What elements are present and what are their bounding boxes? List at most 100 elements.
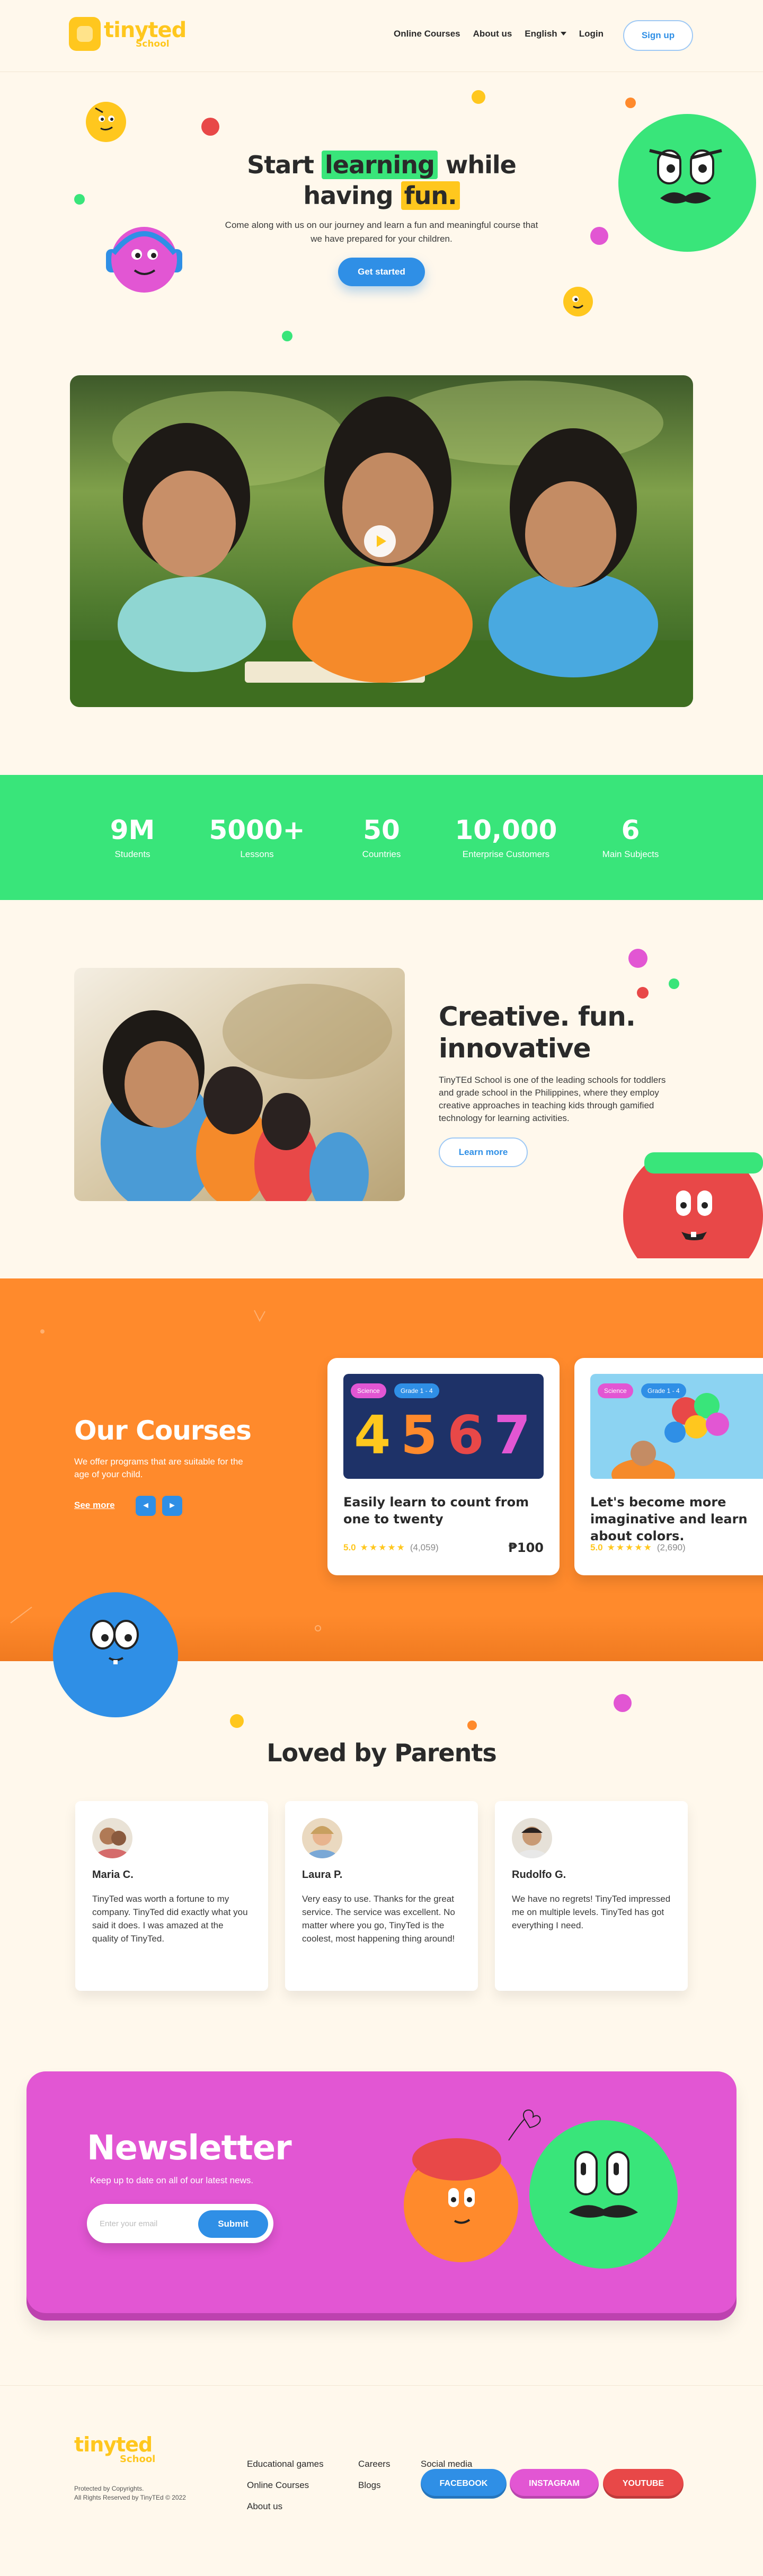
courses-text: We offer programs that are suitable for … [74,1457,243,1479]
yellow-monster-icon [86,102,126,142]
footer-link[interactable]: Online Courses [247,2475,324,2496]
stat-item: 10,000 Enterprise Customers [455,815,557,859]
decor-dot [230,1714,244,1728]
caret-down-icon [560,32,566,36]
course-image-numbers: 4 5 6 7 Science Grade 1 - 4 [343,1374,544,1479]
testimonial-text: TinyTed was worth a fortune to my compan… [92,1894,248,1944]
facebook-button[interactable]: FACEBOOK [421,2469,507,2499]
pink-headphone-monster-icon [106,227,182,293]
language-label: English [525,29,557,39]
footer-link[interactable]: Careers [358,2454,390,2475]
nav-link-online-courses[interactable]: Online Courses [394,29,460,39]
learn-more-button[interactable]: Learn more [439,1137,528,1167]
stat-item: 50 Countries [362,815,401,859]
hero-video[interactable] [70,375,693,707]
small-yellow-monster-icon [563,287,593,316]
testimonial-text: We have no regrets! TinyTed impressed me… [512,1894,671,1930]
testimonial-name: Laura P. [302,1869,343,1881]
svg-text:4: 4 [354,1404,391,1466]
course-image-balloons: Science Grade 1 - 4 [590,1374,763,1479]
about-title: Creative. fun. innovative [439,1001,636,1064]
decor-dot [590,227,608,245]
decor-dot [614,1694,632,1712]
course-rating: 5.0 ★★★★★ (2,690) [590,1542,686,1552]
green-mustache-monster-icon [618,114,756,252]
youtube-button[interactable]: YOUTUBE [603,2469,684,2499]
orange-beret-monster-icon [404,2138,518,2262]
language-selector[interactable]: English [525,29,566,39]
course-tag: Science [351,1383,386,1398]
hero-subtitle: Come along with us on our journey and le… [225,220,538,244]
decor-dot [625,98,636,108]
hero-highlight-learning: learning [321,151,438,179]
avatar [302,1818,342,1858]
about-photo [74,968,405,1201]
newsletter-section: Newsletter Keep up to date on all of our… [26,2071,737,2321]
decor-dot [669,978,679,989]
testimonial-card: Rudolfo G. We have no regrets! TinyTed i… [495,1801,688,1991]
avatar [92,1818,132,1858]
decor-dot [201,118,219,136]
signup-button[interactable]: Sign up [623,20,693,51]
hero-title: Start learning while having fun. [247,151,517,210]
footer-column: Careers Blogs [358,2454,390,2496]
get-started-button[interactable]: Get started [338,258,425,286]
course-tag: Grade 1 - 4 [394,1383,439,1398]
stat-item: 5000+ Lessons [209,815,305,859]
brand-logo[interactable]: tinyted School [69,17,187,51]
course-price: ₱100 [508,1540,544,1555]
testimonials-title: Loved by Parents [267,1739,497,1767]
stat-item: 6 Main Subjects [602,815,659,859]
newsletter-text: Keep up to date on all of our latest new… [90,2175,254,2185]
brand-name: tinyted [104,17,187,42]
courses-title: Our Courses [74,1415,252,1446]
testimonial-card: Laura P. Very easy to use. Thanks for th… [285,1801,478,1991]
decor-dot [472,90,485,104]
newsletter-form: Submit [87,2204,273,2243]
course-tag: Science [598,1383,633,1398]
blue-monster-icon [53,1592,178,1717]
newsletter-title: Newsletter [87,2129,292,2168]
course-card[interactable]: Science Grade 1 - 4 Let's become more im… [574,1358,763,1575]
course-title: Let's become more imaginative and learn … [590,1495,748,1543]
star-icons: ★★★★★ [607,1542,653,1552]
top-navigation: tinyted School Online Courses About us E… [0,0,763,72]
nav-links: Online Courses About us English Login [394,29,616,39]
next-arrow-button[interactable]: ► [162,1496,182,1516]
email-field[interactable] [100,2215,195,2233]
hero-highlight-fun: fun. [401,181,460,210]
testimonial-card: Maria C. TinyTed was worth a fortune to … [75,1801,268,1991]
testimonial-text: Very easy to use. Thanks for the great s… [302,1894,455,1944]
course-tag: Grade 1 - 4 [641,1383,686,1398]
course-title: Easily learn to count from one to twenty [343,1495,529,1527]
stat-item: 9M Students [110,815,155,859]
about-text: TinyTEd School is one of the leading sch… [439,1075,666,1123]
submit-button[interactable]: Submit [198,2210,268,2238]
footer-link[interactable]: Blogs [358,2475,390,2496]
stats-band: 9M Students 5000+ Lessons 50 Countries 10,0… [0,775,763,900]
decor-dot [282,331,292,341]
footer-logo[interactable]: tinyted School [74,2434,155,2464]
prev-arrow-button[interactable]: ◄ [136,1496,156,1516]
testimonial-name: Maria C. [92,1869,134,1881]
copyright: Protected by Copyrights. All Rights Rese… [74,2485,186,2501]
login-link[interactable]: Login [579,29,604,39]
red-headband-monster-icon [623,1152,763,1258]
decor-dot [637,987,649,999]
decor-dot [74,194,85,205]
svg-text:6: 6 [447,1404,484,1466]
decor-dot [467,1721,477,1730]
footer-link[interactable]: About us [247,2496,324,2517]
testimonial-name: Rudolfo G. [512,1869,566,1881]
svg-text:7: 7 [494,1404,531,1466]
instagram-button[interactable]: INSTAGRAM [510,2469,599,2499]
footer-column: Educational games Online Courses About u… [247,2454,324,2517]
play-icon[interactable] [364,525,396,557]
course-rating: 5.0 ★★★★★ (4,059) [343,1542,439,1552]
green-monster-icon [529,2120,678,2269]
see-more-link[interactable]: See more [74,1500,115,1511]
nav-link-about-us[interactable]: About us [473,29,512,39]
decor-dot [628,949,647,968]
footer-link[interactable]: Educational games [247,2454,324,2475]
course-card[interactable]: 4 5 6 7 Science Grade 1 - 4 Easily learn… [327,1358,560,1575]
